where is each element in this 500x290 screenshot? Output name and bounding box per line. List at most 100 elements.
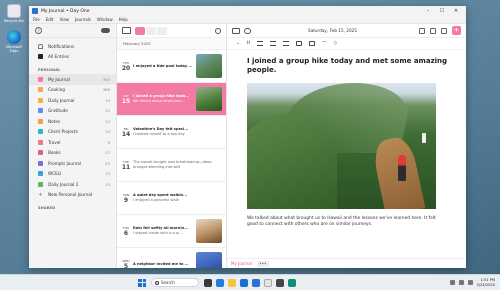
media-view-icon[interactable] — [146, 26, 156, 35]
entry-list-item[interactable]: THU 6 Rain fell softly all mornin... I stay… — [117, 215, 226, 248]
more-button[interactable]: ••• — [256, 260, 269, 267]
entry-day: 14 — [121, 130, 131, 138]
entry-text: A neighbor invited me to ... — [133, 262, 196, 267]
sidebar-item-journal[interactable]: Client Projects 10 — [29, 127, 116, 138]
desktop-icon-label: Recycle Bin — [3, 19, 25, 23]
menu-journals[interactable]: Journals — [75, 17, 91, 22]
more-options-icon[interactable] — [419, 27, 425, 34]
journal-count: 388 — [102, 87, 110, 93]
sidebar-item-journal[interactable]: Daily Journal 2 25 — [29, 179, 116, 190]
menu-file[interactable]: File — [33, 17, 40, 22]
entry-text: Rain fell softly all mornin... I stayed i… — [133, 226, 196, 236]
taskbar-search[interactable]: Search — [151, 278, 199, 287]
menu-window[interactable]: Window — [97, 17, 113, 22]
sidebar-item-journal[interactable]: WCELI 15 — [29, 169, 116, 180]
menu-help[interactable]: Help — [119, 17, 128, 22]
new-entry-button[interactable]: + — [452, 26, 461, 35]
title-bar: My Journal • Day One – ☐ ✕ — [29, 6, 466, 16]
journal-label: Books — [48, 150, 61, 156]
sidebar-item-notifications[interactable]: Notifications — [29, 41, 116, 52]
sidebar-item-journal[interactable]: Cooking 388 — [29, 85, 116, 96]
entry-list: THU20I enjoyed a tide pool today and saw… — [117, 50, 226, 268]
attachment-icon[interactable]: ⌒ — [322, 41, 327, 47]
sidebar-item-all-entries[interactable]: All Entries — [29, 52, 116, 63]
entry-date[interactable]: Saturday, Feb 15, 2025 — [251, 28, 414, 33]
section-header-personal: PERSONAL — [38, 68, 61, 72]
hike-photo[interactable] — [247, 83, 436, 209]
entry-thumbnail — [196, 87, 222, 111]
bullet-list-icon[interactable] — [257, 41, 264, 46]
formatting-toolbar: ⌄ H ⌒ ◇ — [227, 38, 466, 50]
terminal-icon[interactable] — [276, 278, 284, 287]
fullscreen-icon[interactable] — [430, 27, 436, 34]
bell-icon — [38, 43, 43, 49]
menu-edit[interactable]: Edit — [46, 17, 54, 22]
collapse-icon[interactable]: ⌄ — [236, 41, 240, 46]
menu-view[interactable]: View — [59, 17, 69, 22]
wifi-icon[interactable] — [458, 280, 464, 285]
sidebar-item-journal[interactable]: Gratitude 12 — [29, 106, 116, 117]
entry-date-badge: SAT 15 — [119, 94, 133, 105]
file-explorer-icon[interactable] — [228, 278, 236, 287]
sidebar-item-journal[interactable]: Daily Journal 19 — [29, 95, 116, 106]
split-view-icon[interactable] — [441, 27, 447, 34]
cloud-sync-icon[interactable] — [101, 28, 110, 33]
sidebar-item-journal[interactable]: Books 27 — [29, 148, 116, 159]
photos-icon[interactable] — [288, 278, 296, 287]
entry-content[interactable]: I joined a group hike today and met some… — [227, 50, 466, 228]
tag-icon[interactable]: ◇ — [334, 41, 337, 46]
notepad-icon[interactable] — [264, 278, 272, 287]
entry-list-item[interactable]: THU20I enjoyed a tide pool today and saw… — [117, 50, 226, 83]
sidebar-item-journal[interactable]: Prompts Journal 25 — [29, 158, 116, 169]
volume-icon[interactable] — [467, 280, 473, 285]
entry-list-pane: February 2025 THU 20 I enjoyed a tide pool… — [117, 24, 227, 268]
journal-selector[interactable]: My Journal — [231, 261, 252, 266]
help-icon[interactable]: ? — [35, 27, 42, 34]
entry-thumbnail — [196, 252, 222, 268]
sidebar-item-journal[interactable]: Notes 12 — [29, 116, 116, 127]
toggle-list-icon[interactable] — [232, 27, 240, 34]
window-title: My Journal • Day One — [41, 8, 90, 14]
calendar-view-icon[interactable] — [157, 26, 167, 35]
audio-icon[interactable] — [309, 41, 316, 46]
entry-paragraph[interactable]: We talked about what brought us to Hawai… — [247, 216, 447, 228]
task-view-icon[interactable] — [204, 278, 212, 287]
day-one-taskbar-icon[interactable] — [252, 278, 260, 287]
maximize-icon[interactable]: ☐ — [435, 8, 449, 14]
entry-list-item[interactable]: SAT 15 I joined a group hike toda... We tal… — [117, 83, 226, 116]
entry-text: A quiet day spent walkin... I enjoyed a p… — [133, 193, 222, 203]
windows-start-icon[interactable] — [138, 278, 146, 287]
entry-list-item[interactable]: TUE 11 The sunset tonight was breathtaking… — [117, 149, 226, 182]
entry-list-item[interactable]: FRI 14 Valentine's Day felt speci... I trea… — [117, 116, 226, 149]
entry-day: 11 — [121, 163, 131, 171]
entry-preview: We talked about what brou... — [133, 99, 185, 103]
close-icon[interactable]: ✕ — [449, 8, 463, 14]
new-personal-journal-button[interactable]: + New Personal Journal — [29, 190, 116, 201]
chevron-up-icon[interactable] — [449, 280, 455, 285]
entry-date-badge: FRI 14 — [119, 127, 133, 138]
toggle-sidebar-icon[interactable] — [122, 27, 131, 34]
entry-heading[interactable]: I joined a group hike today and met some… — [247, 57, 452, 75]
month-header: February 2025 — [117, 38, 226, 50]
minimize-icon[interactable]: – — [421, 8, 435, 14]
entry-list-item[interactable]: WED 5 A neighbor invited me to ... — [117, 248, 226, 268]
edge-icon[interactable]: Microsoft Edge — [2, 30, 26, 53]
entry-list-item[interactable]: SUN 9 A quiet day spent walkin... I enjoyed… — [117, 182, 226, 215]
comments-icon[interactable] — [244, 27, 251, 34]
image-icon[interactable] — [296, 41, 303, 46]
search-icon[interactable] — [215, 27, 221, 34]
sidebar-item-journal[interactable]: Travel 9 — [29, 137, 116, 148]
entry-text: I joined a group hike toda... We talked a… — [133, 94, 196, 104]
journal-count: 12 — [105, 118, 110, 124]
numbered-list-icon[interactable] — [270, 41, 277, 46]
edge-icon[interactable] — [216, 278, 224, 287]
store-icon[interactable] — [240, 278, 248, 287]
entry-editor: Saturday, Feb 15, 2025 + ⌄ H ⌒ ◇ I joine… — [227, 24, 466, 268]
heading-style-button[interactable]: H — [247, 41, 250, 46]
view-mode-toggle — [135, 26, 167, 35]
checklist-icon[interactable] — [283, 41, 290, 46]
list-view-icon[interactable] — [135, 26, 145, 35]
recycle-bin-icon[interactable]: Recycle Bin — [2, 4, 26, 23]
sidebar-item-journal[interactable]: My Journal 350 — [29, 74, 116, 85]
clock[interactable]: 1:51 PM 2/24/2025 — [477, 278, 495, 287]
